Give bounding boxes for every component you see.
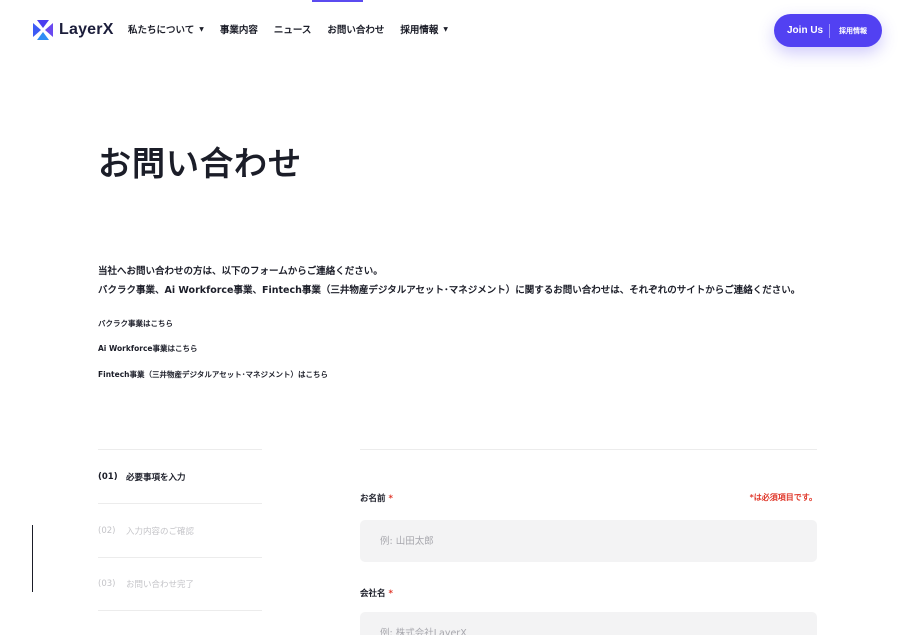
company-input[interactable]: [360, 612, 817, 635]
scroll-indicator: [32, 525, 33, 592]
nav-item-business[interactable]: 事業内容: [220, 22, 258, 36]
nav-item-label: ニュース: [273, 25, 312, 36]
step-label: 必要事項を入力: [126, 472, 186, 483]
caret-down-icon: ▼: [443, 25, 449, 33]
logo-text: LayerX: [59, 21, 114, 38]
name-input[interactable]: [360, 520, 817, 562]
step-input: (01) 必要事項を入力: [98, 449, 262, 503]
step-number: (03): [98, 579, 116, 589]
nav-item-label: 採用情報: [400, 25, 439, 36]
layerx-logo-icon: [33, 20, 53, 40]
step-confirm: (02) 入力内容のご確認: [98, 503, 262, 557]
recruit-info-label: 採用情報: [839, 26, 867, 35]
field-label: 会社名: [360, 589, 386, 599]
nav-item-label: お問い合わせ: [327, 25, 385, 36]
join-us-button[interactable]: Join Us 採用情報: [774, 14, 882, 47]
company-label: 会社名 *: [360, 587, 393, 599]
required-note: *は必須項目です。: [749, 493, 817, 502]
ai-workforce-link[interactable]: Ai Workforce事業はこちら: [98, 343, 197, 354]
nav-item-news[interactable]: ニュース: [274, 22, 312, 36]
required-mark: *: [388, 589, 393, 599]
fintech-link[interactable]: Fintech事業（三井物産デジタルアセット･マネジメント）はこちら: [98, 369, 328, 380]
required-mark: *: [388, 494, 393, 504]
logo[interactable]: LayerX: [33, 20, 114, 40]
intro-text: 当社へお問い合わせの方は、以下のフォームからご連絡ください。 バクラク事業、Ai…: [98, 262, 800, 300]
step-number: (01): [98, 471, 118, 482]
step-label: 入力内容のご確認: [126, 526, 195, 537]
nav-item-label: 私たちについて: [128, 25, 195, 36]
nav-item-about[interactable]: 私たちについて ▼: [128, 22, 204, 36]
page-title: お問い合わせ: [98, 144, 302, 183]
site-header: LayerX 私たちについて ▼ 事業内容 ニュース お問い合わせ 採用情報 ▼…: [0, 0, 915, 62]
nav-active-indicator: [312, 0, 363, 2]
join-us-label: Join Us: [787, 25, 824, 36]
form-divider: [360, 449, 817, 450]
nav-item-contact[interactable]: お問い合わせ: [327, 22, 384, 36]
intro-line: バクラク事業、Ai Workforce事業、Fintech事業（三井物産デジタル…: [98, 285, 801, 296]
caret-down-icon: ▼: [199, 25, 204, 33]
nav-item-label: 事業内容: [219, 25, 258, 36]
step-number: (02): [98, 525, 116, 536]
intro-line: 当社へお問い合わせの方は、以下のフォームからご連絡ください。: [98, 266, 383, 277]
main-nav: 私たちについて ▼ 事業内容 ニュース お問い合わせ 採用情報 ▼: [128, 22, 464, 36]
step-label: お問い合わせ完了: [126, 580, 195, 590]
step-complete: (03) お問い合わせ完了: [98, 557, 262, 611]
form-steps: (01) 必要事項を入力 (02) 入力内容のご確認 (03) お問い合わせ完了: [98, 449, 262, 611]
bakuraku-link[interactable]: バクラク事業はこちら: [98, 318, 173, 329]
nav-item-recruit[interactable]: 採用情報 ▼: [400, 22, 448, 36]
name-label: お名前 *: [360, 492, 393, 504]
field-label: お名前: [360, 494, 386, 504]
